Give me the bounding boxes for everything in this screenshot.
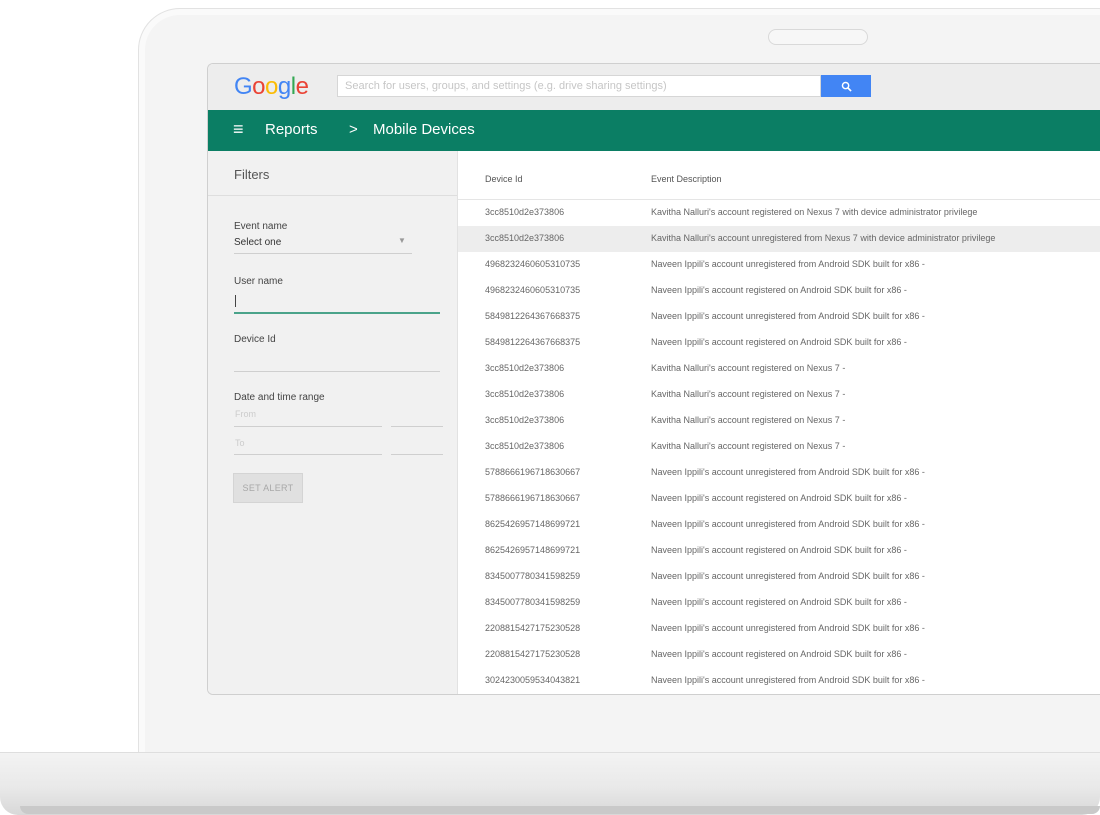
table-row[interactable]: 5849812264367668375 Naveen Ippili's accou… — [458, 304, 1100, 330]
table-row[interactable]: 3cc8510d2e373806 Kavitha Nalluri's accoun… — [458, 434, 1100, 460]
event-description-cell: Kavitha Nalluri's account registered on … — [651, 363, 846, 373]
user-name-underline — [234, 312, 440, 314]
event-description-cell: Naveen Ippili's account registered on An… — [651, 493, 907, 503]
device-id-input[interactable] — [234, 371, 440, 372]
table-row[interactable]: 3cc8510d2e373806 Kavitha Nalluri's accoun… — [458, 226, 1100, 252]
logo-letter: e — [295, 73, 309, 100]
breadcrumb-bar: ≡ Reports > Mobile Devices — [208, 110, 1100, 151]
event-description-cell: Naveen Ippili's account registered on An… — [651, 285, 907, 295]
to-time-input[interactable] — [391, 454, 443, 455]
event-description-cell: Naveen Ippili's account registered on An… — [651, 649, 907, 659]
search-icon — [841, 82, 852, 92]
table-row[interactable]: 8345007780341598259 Naveen Ippili's accou… — [458, 564, 1100, 590]
user-name-label: User name — [234, 276, 283, 287]
event-description-cell: Naveen Ippili's account unregistered fro… — [651, 467, 925, 477]
table-row[interactable]: 4968232460605310735 Naveen Ippili's accou… — [458, 252, 1100, 278]
breadcrumb-reports-link[interactable]: Reports — [265, 121, 318, 138]
from-placeholder: From — [235, 409, 256, 419]
admin-console-screen: Google Search for users, groups, and set… — [207, 63, 1100, 695]
device-id-cell: 4968232460605310735 — [485, 285, 581, 295]
text-cursor — [235, 295, 236, 307]
event-description-cell: Naveen Ippili's account unregistered fro… — [651, 311, 925, 321]
event-description-cell: Naveen Ippili's account registered on An… — [651, 337, 907, 347]
table-row[interactable]: 2208815427175230528 Naveen Ippili's accou… — [458, 642, 1100, 668]
breadcrumb-separator: > — [349, 121, 358, 138]
filters-panel: Filters Event name Select one ▼ User nam… — [208, 151, 458, 694]
menu-icon[interactable]: ≡ — [233, 119, 244, 140]
device-id-cell: 8345007780341598259 — [485, 597, 581, 607]
from-date-underline — [234, 426, 382, 427]
event-description-cell: Naveen Ippili's account unregistered fro… — [651, 571, 925, 581]
logo-letter: g — [277, 73, 291, 100]
device-id-label: Device Id — [234, 334, 276, 345]
device-id-cell: 3024230059534043821 — [485, 675, 581, 685]
search-input[interactable]: Search for users, groups, and settings (… — [337, 75, 821, 97]
device-id-cell: 5788666196718630667 — [485, 493, 581, 503]
event-description-cell: Naveen Ippili's account unregistered fro… — [651, 519, 925, 529]
device-id-cell: 5849812264367668375 — [485, 311, 581, 321]
event-description-cell: Naveen Ippili's account unregistered fro… — [651, 259, 925, 269]
events-table: Device Id Event Description 3cc8510d2e37… — [458, 151, 1100, 694]
table-row[interactable]: 3024230059534043821 Naveen Ippili's accou… — [458, 668, 1100, 694]
table-row[interactable]: 5849812264367668375 Naveen Ippili's accou… — [458, 330, 1100, 356]
date-range-label: Date and time range — [234, 392, 325, 403]
device-id-cell: 8625426957148699721 — [485, 519, 581, 529]
laptop-base-shadow — [20, 806, 1100, 814]
device-id-cell: 3cc8510d2e373806 — [485, 363, 565, 373]
table-row[interactable]: 3cc8510d2e373806 Kavitha Nalluri's accoun… — [458, 356, 1100, 382]
device-id-cell: 4968232460605310735 — [485, 259, 581, 269]
event-name-value: Select one — [234, 237, 282, 248]
search-placeholder: Search for users, groups, and settings (… — [345, 80, 667, 92]
table-row[interactable]: 5788666196718630667 Naveen Ippili's accou… — [458, 460, 1100, 486]
to-placeholder: To — [235, 438, 245, 448]
device-id-cell: 8625426957148699721 — [485, 545, 581, 555]
filters-title: Filters — [234, 167, 270, 182]
device-id-cell: 3cc8510d2e373806 — [485, 233, 565, 243]
table-row[interactable]: 4968232460605310735 Naveen Ippili's accou… — [458, 278, 1100, 304]
device-id-cell: 3cc8510d2e373806 — [485, 441, 565, 451]
device-id-cell: 2208815427175230528 — [485, 623, 581, 633]
camera-notch — [768, 29, 868, 45]
table-row[interactable]: 3cc8510d2e373806 Kavitha Nalluri's accoun… — [458, 382, 1100, 408]
event-name-label: Event name — [234, 221, 288, 232]
event-description-cell: Naveen Ippili's account unregistered fro… — [651, 623, 925, 633]
table-row[interactable]: 3cc8510d2e373806 Kavitha Nalluri's accoun… — [458, 408, 1100, 434]
column-header-event-description[interactable]: Event Description — [651, 174, 722, 184]
to-date-underline — [234, 454, 382, 455]
search-button[interactable] — [821, 75, 871, 97]
breadcrumb-current: Mobile Devices — [373, 121, 475, 138]
event-description-cell: Naveen Ippili's account registered on An… — [651, 597, 907, 607]
column-header-device-id[interactable]: Device Id — [485, 174, 523, 184]
logo-letter: o — [252, 73, 266, 100]
event-description-cell: Kavitha Nalluri's account registered on … — [651, 415, 846, 425]
event-description-cell: Kavitha Nalluri's account registered on … — [651, 389, 846, 399]
device-id-cell: 5849812264367668375 — [485, 337, 581, 347]
event-description-cell: Naveen Ippili's account registered on An… — [651, 545, 907, 555]
table-row[interactable]: 8625426957148699721 Naveen Ippili's accou… — [458, 512, 1100, 538]
set-alert-button[interactable]: SET ALERT — [233, 473, 303, 503]
logo-letter: o — [265, 73, 278, 100]
event-name-underline — [234, 253, 412, 254]
top-bar: Google Search for users, groups, and set… — [208, 64, 1100, 111]
device-id-cell: 3cc8510d2e373806 — [485, 207, 565, 217]
filters-divider — [208, 195, 457, 196]
device-id-cell: 5788666196718630667 — [485, 467, 581, 477]
table-row[interactable]: 3cc8510d2e373806 Kavitha Nalluri's accoun… — [458, 200, 1100, 226]
device-id-cell: 3cc8510d2e373806 — [485, 415, 565, 425]
device-id-cell: 8345007780341598259 — [485, 571, 581, 581]
table-row[interactable]: 8345007780341598259 Naveen Ippili's accou… — [458, 590, 1100, 616]
event-description-cell: Kavitha Nalluri's account unregistered f… — [651, 233, 996, 243]
logo-letter: G — [234, 73, 253, 100]
google-logo[interactable]: Google — [234, 73, 309, 101]
from-time-input[interactable] — [391, 426, 443, 427]
table-row[interactable]: 2208815427175230528 Naveen Ippili's accou… — [458, 616, 1100, 642]
event-description-cell: Kavitha Nalluri's account registered on … — [651, 441, 846, 451]
table-row[interactable]: 8625426957148699721 Naveen Ippili's accou… — [458, 538, 1100, 564]
event-description-cell: Kavitha Nalluri's account registered on … — [651, 207, 978, 217]
device-id-cell: 3cc8510d2e373806 — [485, 389, 565, 399]
table-row[interactable]: 5788666196718630667 Naveen Ippili's accou… — [458, 486, 1100, 512]
event-description-cell: Naveen Ippili's account unregistered fro… — [651, 675, 925, 685]
chevron-down-icon: ▼ — [398, 236, 406, 245]
device-id-cell: 2208815427175230528 — [485, 649, 581, 659]
